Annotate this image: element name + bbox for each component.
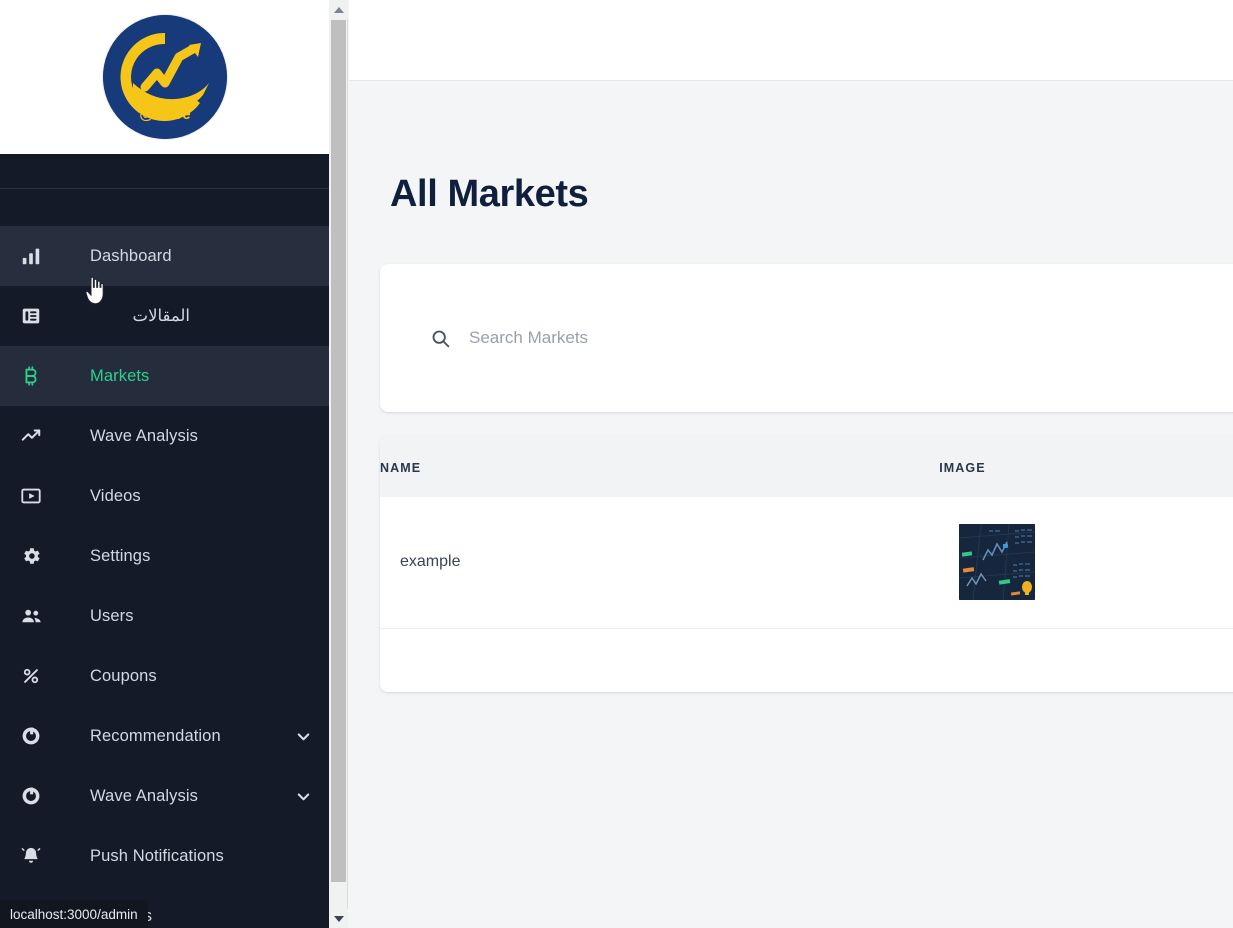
people-icon	[0, 605, 62, 628]
market-thumbnail[interactable]	[959, 524, 1036, 601]
percent-icon	[0, 665, 62, 687]
wave-logo: @wave	[102, 15, 227, 139]
trending-up-icon	[0, 425, 62, 447]
sidebar-item-recommendation[interactable]: Recommendation	[0, 706, 329, 766]
sidebar-item-label: Wave Analysis	[90, 786, 198, 805]
search-card	[380, 264, 1233, 412]
scroll-down-arrow[interactable]	[329, 909, 348, 928]
cell-image	[939, 497, 1233, 629]
admin-page: @wave Dashboard المقالات Markets Wave An…	[0, 0, 1233, 928]
sidebar-item-markets[interactable]: Markets	[0, 346, 329, 406]
sidebar-item-articles[interactable]: المقالات	[0, 286, 329, 346]
sidebar-item-label: Videos	[90, 486, 141, 505]
scrollbar-thumb[interactable]	[331, 20, 346, 882]
table-head: NAME IMAGE	[380, 436, 1233, 497]
table-body: example	[380, 497, 1233, 629]
video-icon	[0, 485, 62, 507]
bitcoin-icon	[0, 365, 62, 387]
sidebar-item-wave-analysis[interactable]: Wave Analysis	[0, 406, 329, 466]
sidebar-item-label: Recommendation	[90, 726, 221, 745]
sidebar: @wave Dashboard المقالات Markets Wave An…	[0, 0, 329, 928]
column-header-image[interactable]: IMAGE	[939, 436, 1233, 497]
table-header-row: NAME IMAGE	[380, 436, 1233, 497]
sidebar-item-label: Users	[90, 606, 134, 625]
top-bar	[349, 0, 1233, 81]
sidebar-item-dashboard[interactable]: Dashboard	[0, 226, 329, 286]
search-wrap	[380, 327, 1233, 349]
sidebar-item-label: Dashboard	[90, 246, 172, 265]
search-icon	[429, 327, 451, 349]
sidebar-item-push-notifications[interactable]: Push Notifications	[0, 826, 329, 886]
sidebar-spacer	[0, 189, 329, 226]
page-title: All Markets	[390, 173, 589, 215]
gear-icon	[0, 545, 62, 567]
article-icon	[0, 305, 62, 327]
main-content: All Markets NAME IMAGE	[349, 0, 1233, 928]
status-bar-link-preview: localhost:3000/admin	[0, 900, 148, 928]
sidebar-item-label: Settings	[90, 546, 151, 565]
bell-icon	[0, 845, 62, 867]
sidebar-logo-panel: @wave	[0, 0, 329, 154]
sidebar-item-label: Coupons	[90, 666, 157, 685]
sidebar-item-wave-analysis-group[interactable]: Wave Analysis	[0, 766, 329, 826]
bar-chart-icon	[0, 245, 62, 267]
sidebar-item-videos[interactable]: Videos	[0, 466, 329, 526]
table-footer	[380, 628, 1233, 692]
circle-arrow-icon	[0, 785, 62, 807]
circle-arrow-icon	[0, 725, 62, 747]
page-content: All Markets NAME IMAGE	[349, 81, 1233, 692]
chevron-down-icon[interactable]	[277, 787, 329, 806]
table-row[interactable]: example	[380, 497, 1233, 629]
scroll-up-arrow[interactable]	[329, 0, 348, 19]
sidebar-scrollbar[interactable]	[329, 0, 348, 928]
sidebar-item-label: Markets	[90, 366, 150, 385]
sidebar-item-users[interactable]: Users	[0, 586, 329, 646]
chevron-down-icon[interactable]	[277, 727, 329, 746]
column-header-name[interactable]: NAME	[380, 436, 939, 497]
sidebar-item-settings[interactable]: Settings	[0, 526, 329, 586]
markets-table: NAME IMAGE example	[380, 436, 1233, 629]
markets-table-card: NAME IMAGE example	[380, 436, 1233, 692]
sidebar-item-label: Wave Analysis	[90, 426, 198, 445]
svg-text:@wave: @wave	[139, 106, 190, 123]
search-input[interactable]	[469, 328, 1089, 348]
sidebar-item-label: Push Notifications	[90, 846, 224, 865]
sidebar-spacer-top	[0, 154, 329, 188]
sidebar-item-label: المقالات	[132, 307, 190, 325]
cell-name: example	[380, 497, 940, 629]
sidebar-item-coupons[interactable]: Coupons	[0, 646, 329, 706]
